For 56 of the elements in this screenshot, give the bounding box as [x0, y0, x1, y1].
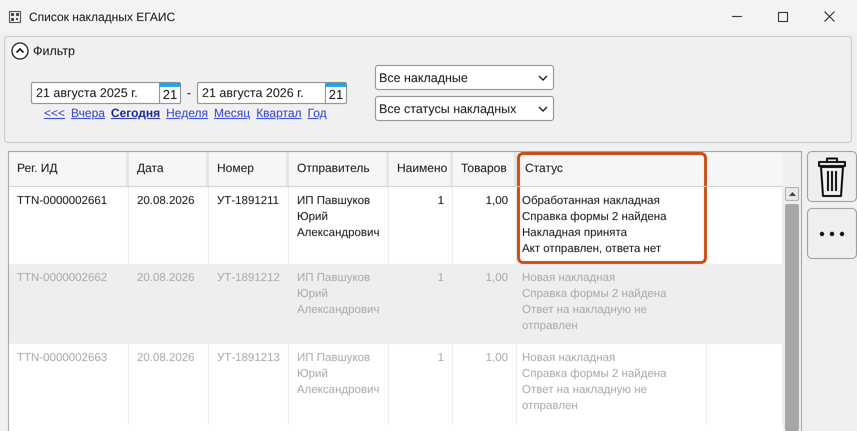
table-cell: 1 — [389, 344, 453, 424]
status-text: Ответ на накладную не отправлен — [522, 303, 648, 334]
delete-button[interactable] — [807, 151, 857, 202]
status-text: Справка формы 2 найдена — [522, 287, 667, 302]
status-text: Ответ на накладную не отправлен — [522, 383, 648, 414]
column-header[interactable]: Наимено — [389, 152, 453, 186]
filter-title: Фильтр — [33, 44, 75, 58]
table-cell: 20.08.2026 — [129, 264, 209, 344]
period-link[interactable]: Сегодня — [110, 106, 160, 120]
status-text: Обработанная накладная — [522, 194, 660, 209]
table-cell: 20.08.2026 — [129, 344, 209, 424]
table-cell: TTN-0000002662 — [9, 264, 129, 344]
status-text: Новая накладная — [522, 271, 616, 286]
up-arrow-icon — [788, 192, 796, 196]
caret-icon — [538, 74, 548, 80]
table-cell: 1,00 — [453, 264, 517, 344]
table-cell: УТ-1891212 — [209, 264, 289, 344]
column-header[interactable]: Отправитель — [289, 152, 389, 186]
status-dropdown[interactable]: Все статусы накладных — [375, 96, 554, 121]
maximize-icon[interactable] — [778, 12, 788, 22]
table-cell: ИП Павшуков Юрий Александрович — [289, 264, 389, 344]
scroll-up-button[interactable] — [785, 187, 799, 201]
column-header[interactable]: Номер — [209, 152, 289, 186]
scrollbar-thumb[interactable] — [785, 204, 799, 431]
period-link[interactable]: <<< — [44, 106, 66, 120]
period-link[interactable]: Квартал — [256, 106, 302, 120]
table-cell: 1,00 — [453, 344, 517, 424]
trash-icon — [818, 156, 846, 196]
calendar-button[interactable]: 21 — [159, 83, 180, 103]
close-icon[interactable] — [824, 11, 835, 22]
status-text: Справка формы 2 найдена — [522, 367, 667, 382]
table-cell: ИП Павшуков Юрий Александрович — [289, 344, 389, 424]
invoice-type-dropdown[interactable]: Все накладные — [375, 65, 554, 90]
status-text: Накладная принята — [522, 226, 628, 241]
date-field[interactable]: 21 августа 2025 г. 21 — [31, 82, 181, 104]
caret-icon — [538, 106, 548, 112]
column-header[interactable]: Дата — [129, 152, 209, 186]
table-cell: УТ-1891213 — [209, 344, 289, 424]
status-text: Справка формы 2 найдена — [522, 210, 667, 225]
table-cell: 1 — [389, 264, 453, 344]
date-separator: - — [186, 86, 192, 100]
window-title: Список накладных ЕГАИС — [29, 10, 176, 24]
period-link[interactable]: Год — [308, 106, 327, 120]
more-icon — [819, 230, 845, 236]
status-text: Новая накладная — [522, 351, 616, 366]
date-field[interactable]: 21 августа 2026 г. 21 — [197, 82, 347, 104]
app-icon — [9, 10, 21, 22]
period-link[interactable]: Неделя — [166, 106, 208, 120]
calendar-button[interactable]: 21 — [325, 83, 346, 103]
chevron-icon[interactable] — [11, 42, 29, 60]
column-header[interactable]: Рег. ИД — [9, 152, 129, 186]
status-text: Акт отправлен, ответа нет — [522, 242, 662, 257]
table-cell: TTN-0000002663 — [9, 344, 129, 424]
period-link[interactable]: Вчера — [71, 106, 105, 120]
column-header[interactable]: Товаров — [453, 152, 517, 186]
period-link[interactable]: Месяц — [214, 106, 250, 120]
